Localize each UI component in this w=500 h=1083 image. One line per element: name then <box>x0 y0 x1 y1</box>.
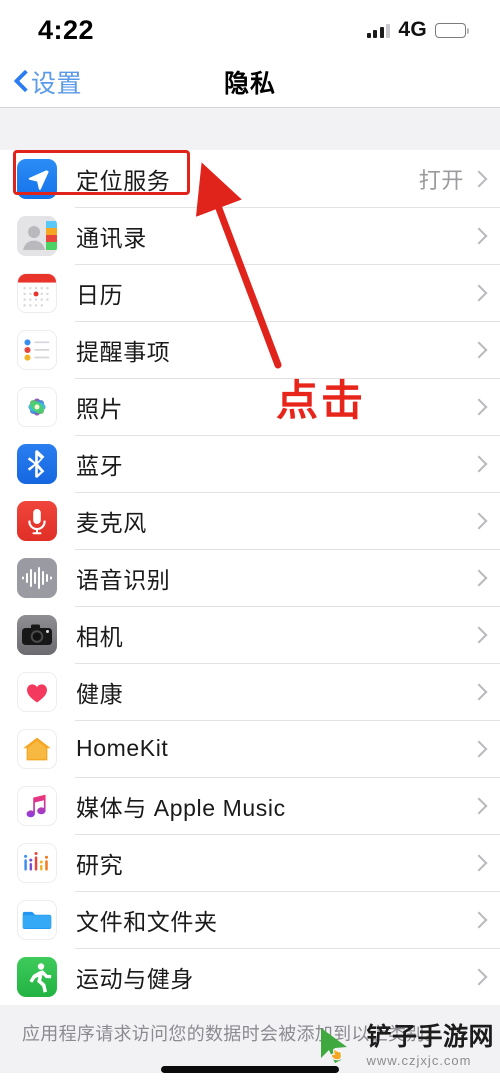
settings-row-label: 提醒事项 <box>76 338 171 365</box>
settings-row-health[interactable]: 健康 <box>0 663 500 720</box>
chevron-right-icon <box>473 398 483 415</box>
settings-row-contacts[interactable]: 通讯录 <box>0 207 500 264</box>
settings-row-location-services[interactable]: 定位服务 打开 <box>0 150 500 207</box>
settings-row-homekit[interactable]: HomeKit <box>0 720 500 777</box>
settings-row-bluetooth[interactable]: 蓝牙 <box>0 435 500 492</box>
status-bar: 4:22 4G <box>0 0 500 56</box>
photos-icon <box>17 386 57 427</box>
section-spacer-top <box>0 108 500 150</box>
chevron-right-icon <box>473 797 483 814</box>
settings-row-accessory: 打开 <box>419 163 500 195</box>
settings-row-apple-music[interactable]: 媒体与 Apple Music <box>0 777 500 834</box>
settings-row-research[interactable]: 研究 <box>0 834 500 891</box>
settings-row-label: 蓝牙 <box>76 452 124 479</box>
settings-row-speech-recognition[interactable]: 语音识别 <box>0 549 500 606</box>
calendar-icon <box>17 272 57 313</box>
home-indicator <box>161 1066 339 1073</box>
chevron-left-icon <box>15 70 28 93</box>
chevron-right-icon <box>473 569 483 586</box>
settings-row-value: 打开 <box>418 167 464 193</box>
status-bar-right: 4G <box>366 14 470 42</box>
chevron-right-icon <box>473 683 483 700</box>
chevron-right-icon <box>473 968 483 985</box>
speech-recognition-icon <box>17 557 57 598</box>
settings-row-label: 日历 <box>76 281 124 308</box>
chevron-right-icon <box>473 626 483 643</box>
settings-row-microphone[interactable]: 麦克风 <box>0 492 500 549</box>
settings-row-label: 健康 <box>76 680 124 707</box>
analytics-section: 分析与改进 广告 <box>0 1073 500 1083</box>
chevron-right-icon <box>473 170 483 187</box>
navigation-bar: 设置 隐私 <box>0 56 500 108</box>
settings-row-accessory <box>464 797 500 814</box>
chevron-right-icon <box>473 740 483 757</box>
microphone-icon <box>17 500 57 541</box>
settings-row-accessory <box>464 227 500 244</box>
settings-row-label: HomeKit <box>76 735 169 761</box>
settings-row-label: 文件和文件夹 <box>76 908 218 935</box>
settings-row-accessory <box>464 512 500 529</box>
motion-fitness-icon <box>17 956 57 997</box>
contacts-icon <box>17 215 57 256</box>
settings-row-analytics[interactable]: 分析与改进 <box>0 1073 500 1083</box>
settings-row-camera[interactable]: 相机 <box>0 606 500 663</box>
section-footer-note: 应用程序请求访问您的数据时会被添加到以上类别。 <box>0 1005 500 1074</box>
back-button[interactable]: 设置 <box>0 64 82 100</box>
phone-screen: 4:22 4G 设置 隐私 定位服务 打开 通讯录 日历 提醒事项 照片 蓝牙 … <box>0 0 500 1083</box>
network-type-label: 4G <box>398 18 427 41</box>
chevron-right-icon <box>473 455 483 472</box>
settings-scroll-area[interactable]: 定位服务 打开 通讯录 日历 提醒事项 照片 蓝牙 麦克风 语音识别 相机 健康… <box>0 108 500 1083</box>
settings-row-accessory <box>464 626 500 643</box>
apple-music-icon <box>17 785 57 826</box>
settings-row-accessory <box>464 455 500 472</box>
health-icon <box>17 671 57 712</box>
chevron-right-icon <box>473 227 483 244</box>
settings-row-label: 麦克风 <box>76 509 147 536</box>
files-icon <box>17 899 57 940</box>
settings-row-accessory <box>464 854 500 871</box>
settings-row-label: 研究 <box>76 851 124 878</box>
chevron-right-icon <box>473 341 483 358</box>
battery-icon <box>435 22 470 38</box>
settings-row-accessory <box>464 569 500 586</box>
settings-row-accessory <box>464 284 500 301</box>
settings-row-accessory <box>464 398 500 415</box>
research-icon <box>17 842 57 883</box>
settings-row-accessory <box>464 740 500 757</box>
settings-row-label: 相机 <box>76 623 124 650</box>
settings-row-accessory <box>464 341 500 358</box>
settings-row-label: 语音识别 <box>76 566 171 593</box>
camera-icon <box>17 614 57 655</box>
settings-row-motion-fitness[interactable]: 运动与健身 <box>0 948 500 1005</box>
chevron-right-icon <box>473 854 483 871</box>
settings-row-accessory <box>464 683 500 700</box>
homekit-icon <box>17 728 57 769</box>
settings-row-label: 媒体与 Apple Music <box>76 794 286 821</box>
settings-row-label: 定位服务 <box>76 167 171 194</box>
status-bar-time: 4:22 <box>38 14 95 45</box>
settings-row-accessory <box>464 968 500 985</box>
chevron-right-icon <box>473 911 483 928</box>
settings-row-label: 通讯录 <box>76 224 147 251</box>
settings-row-calendar[interactable]: 日历 <box>0 264 500 321</box>
signal-bars-icon <box>366 23 391 38</box>
location-services-icon <box>17 158 57 199</box>
settings-row-accessory <box>464 911 500 928</box>
settings-row-label: 运动与健身 <box>76 965 194 992</box>
settings-row-reminders[interactable]: 提醒事项 <box>0 321 500 378</box>
chevron-right-icon <box>473 512 483 529</box>
reminders-icon <box>17 329 57 370</box>
chevron-right-icon <box>473 284 483 301</box>
bluetooth-icon <box>17 443 57 484</box>
privacy-permissions-section: 定位服务 打开 通讯录 日历 提醒事项 照片 蓝牙 麦克风 语音识别 相机 健康… <box>0 150 500 1005</box>
settings-row-photos[interactable]: 照片 <box>0 378 500 435</box>
settings-row-label: 照片 <box>76 395 124 422</box>
settings-row-files[interactable]: 文件和文件夹 <box>0 891 500 948</box>
back-button-label: 设置 <box>31 69 83 98</box>
